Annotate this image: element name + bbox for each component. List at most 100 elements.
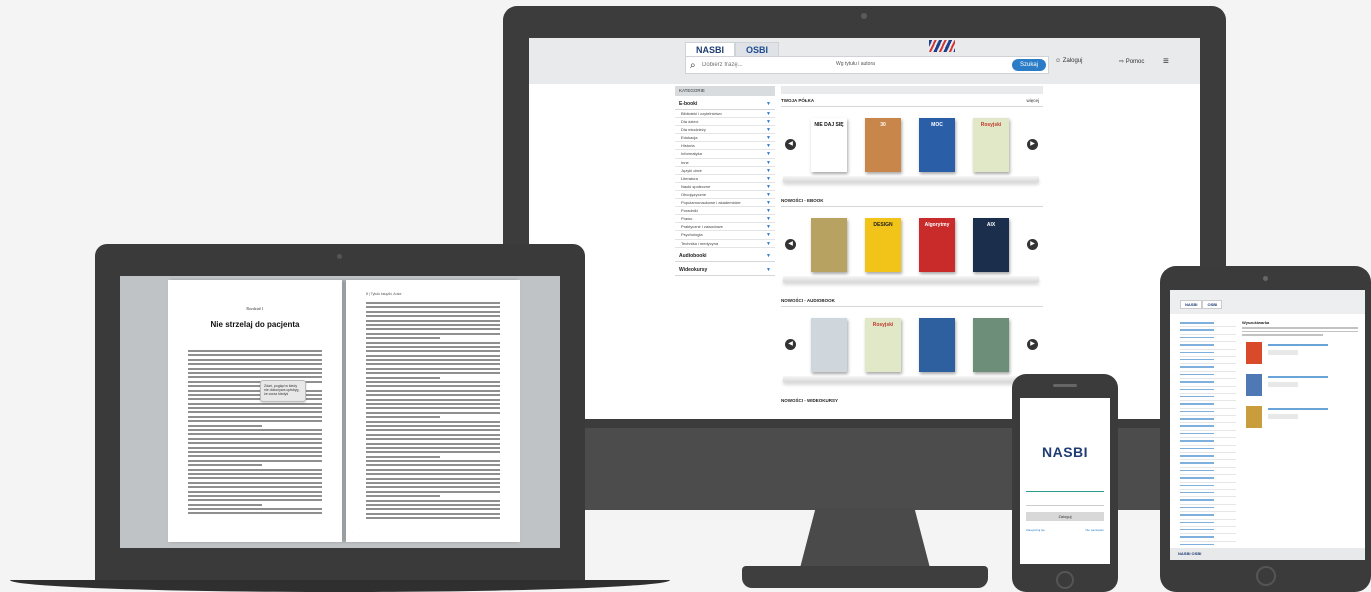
sidebar-item[interactable] [1180,366,1236,372]
book-cover[interactable]: Rosyjski [865,318,901,372]
sidebar-item[interactable] [1180,351,1236,357]
sidebar-item[interactable] [1180,484,1236,490]
category-item[interactable]: Literatura ▼ [675,175,775,183]
category-item[interactable]: Edukacja ▼ [675,134,775,143]
category-item[interactable]: Dla dzieci ▼ [675,118,775,127]
category-item[interactable]: Obcojęzyczne ▼ [675,191,775,200]
annotation-note[interactable]: Zdań, pogląd w kiedy nie dokonywa opisby… [260,380,306,402]
sidebar-item[interactable] [1180,418,1236,424]
tab-nasbi[interactable]: NASBI [1180,300,1203,309]
sidebar-item[interactable] [1180,358,1236,365]
category-item[interactable]: Historia ▼ [675,142,775,151]
ereader-page-left[interactable]: Rozdział 1 Nie strzelaj do pacjenta Zdań… [168,280,342,542]
book-cover[interactable]: DESIGN [865,218,901,272]
scroll-left-icon[interactable]: ◀ [785,339,796,350]
ereader-page-right[interactable]: 8 | Tytułu książki, Autor · [346,280,520,542]
book-cover[interactable] [973,318,1009,372]
sidebar-group-ebooks[interactable]: E-booki ▼ [675,98,775,110]
book-cover[interactable]: Algorytmy [919,218,955,272]
sidebar-item[interactable] [1180,440,1236,446]
sidebar-item-label [1180,395,1214,398]
home-button[interactable] [1056,571,1074,589]
text-line [188,477,322,480]
category-item[interactable]: Popularnonaukowe i akademickie ▼ [675,199,775,208]
book-cover[interactable]: NIE DAJ SIĘ [811,118,847,172]
sidebar-item[interactable] [1180,506,1236,513]
sidebar-item[interactable] [1180,477,1236,483]
list-item[interactable] [1242,340,1358,368]
sidebar-item[interactable] [1180,521,1236,527]
username-field[interactable] [1026,484,1104,492]
category-item[interactable]: Poradniki ▼ [675,207,775,216]
hamburger-menu-icon[interactable]: ≡ [1163,56,1169,67]
help-link[interactable]: ⇨ Pomoc [1119,58,1144,65]
register-link[interactable]: Zarejestruj się [1026,528,1045,532]
search-button[interactable]: Szukaj [1012,59,1046,71]
sidebar-item[interactable] [1180,425,1236,431]
tablet-footer: NASBI OSBI [1170,548,1365,560]
sidebar-item[interactable] [1180,528,1236,535]
book-cover[interactable]: AIX [973,218,1009,272]
password-field[interactable] [1026,498,1104,506]
category-item[interactable]: Biblioteki i czytelnictwo ▼ [675,110,775,119]
tab-nasbi[interactable]: NASBI [685,42,736,56]
tab-osbi[interactable]: OSBI [1202,300,1223,309]
text-line [366,345,500,348]
sidebar-item[interactable] [1180,514,1236,520]
more-link[interactable]: więcej [1026,98,1039,103]
category-item[interactable]: Praktyczne i zawodowe ▼ [675,223,775,232]
sidebar-item[interactable] [1180,403,1236,409]
sidebar-item[interactable] [1180,462,1236,468]
sidebar-item[interactable] [1180,499,1236,505]
list-item[interactable] [1242,404,1358,432]
sidebar-item[interactable] [1180,410,1236,417]
sidebar-group-videos[interactable]: Wideokursy ▼ [675,264,775,276]
sidebar-item[interactable] [1180,432,1236,439]
forgot-password-link[interactable]: Nie pamiętam [1085,528,1104,532]
book-cover[interactable] [811,218,847,272]
book-cover[interactable] [811,318,847,372]
sidebar-item[interactable] [1180,336,1236,343]
search-input[interactable] [702,59,822,71]
scroll-right-icon[interactable]: ▶ [1027,239,1038,250]
chapter-title: Nie strzelaj do pacjenta [210,320,300,329]
category-item[interactable]: Dla młodzieży ▼ [675,126,775,135]
sidebar-item[interactable] [1180,373,1236,380]
login-link[interactable]: ☺ Zaloguj [1055,58,1082,64]
text-line [188,411,322,414]
sidebar-item[interactable] [1180,447,1236,454]
category-item[interactable]: Języki obce ▼ [675,167,775,175]
book-cover[interactable]: Rosyjski [973,118,1009,172]
scroll-left-icon[interactable]: ◀ [785,239,796,250]
sidebar-group-audiobooks[interactable]: Audiobooki ▼ [675,250,775,262]
scroll-right-icon[interactable]: ▶ [1027,339,1038,350]
category-item[interactable]: Prawo ▼ [675,215,775,224]
sidebar-item[interactable] [1180,322,1236,328]
category-item[interactable]: Inne ▼ [675,159,775,167]
list-item[interactable] [1242,372,1358,400]
sidebar-item[interactable] [1180,455,1236,461]
book-cover[interactable]: MOC [919,118,955,172]
book-cover[interactable]: 30 [865,118,901,172]
sidebar-item[interactable] [1180,395,1236,402]
scroll-left-icon[interactable]: ◀ [785,139,796,150]
category-item[interactable]: Informatyka ▼ [675,150,775,159]
sidebar-item[interactable] [1180,469,1236,476]
book-cover[interactable] [919,318,955,372]
scroll-right-icon[interactable]: ▶ [1027,139,1038,150]
search-scope-select[interactable]: Wg tytułu i autora [836,61,875,67]
sidebar-item[interactable] [1180,388,1236,394]
home-button[interactable] [1256,566,1276,586]
sidebar-item[interactable] [1180,344,1236,350]
login-button[interactable]: Zaloguj [1026,512,1104,521]
text-line [366,402,500,405]
sidebar-item[interactable] [1180,381,1236,387]
sidebar-item[interactable] [1180,329,1236,335]
category-item[interactable]: Technika i medycyna ▼ [675,240,775,248]
sidebar-item-label [1180,410,1214,413]
sidebar-item[interactable] [1180,491,1236,498]
category-item[interactable]: Psychologia ▼ [675,231,775,240]
tab-osbi[interactable]: OSBI [735,42,780,56]
category-item[interactable]: Nauki społeczne ▼ [675,183,775,191]
sidebar-item[interactable] [1180,536,1236,542]
